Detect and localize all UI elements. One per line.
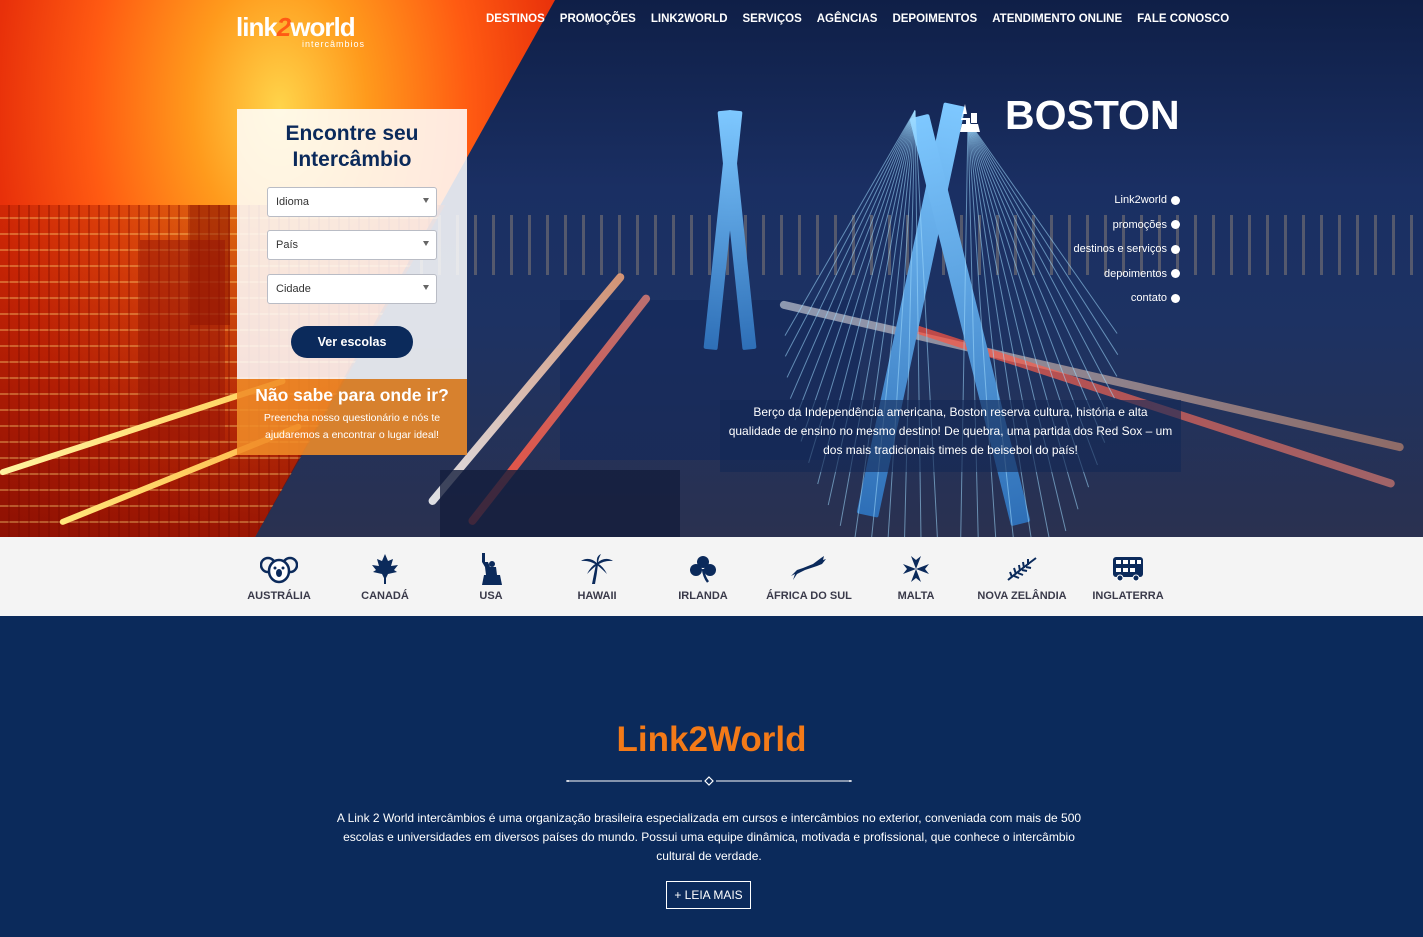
search-title: Encontre seu Intercâmbio bbox=[237, 121, 467, 173]
city-description: Berço da Independência americana, Boston… bbox=[720, 400, 1181, 472]
promo-text-line: Preencha nosso questionário e nós te bbox=[263, 412, 441, 424]
nav-atendimento-online[interactable]: ATENDIMENTO ONLINE bbox=[992, 13, 1122, 25]
destination-label: CANADÁ bbox=[361, 590, 409, 602]
dot-icon bbox=[1171, 220, 1180, 230]
destination-label: NOVA ZELÂNDIA bbox=[977, 590, 1067, 602]
nav-promocoes[interactable]: PROMOÇÕES bbox=[560, 13, 636, 25]
destination-hawaii[interactable]: HAWAII bbox=[547, 537, 647, 602]
silver-fern-icon bbox=[1007, 557, 1037, 581]
section-nav-label: Link2world bbox=[1114, 194, 1167, 207]
section-nav-label: contato bbox=[1130, 292, 1167, 305]
statue-of-liberty-icon bbox=[482, 553, 502, 585]
destination-africa-do-sul[interactable]: ÁFRICA DO SUL bbox=[759, 537, 859, 602]
chevron-down-icon bbox=[423, 241, 429, 246]
dot-icon bbox=[1171, 244, 1180, 254]
section-nav-item[interactable]: contato bbox=[1073, 286, 1180, 311]
about-text: A Link 2 World intercâmbios é uma organi… bbox=[336, 811, 1082, 863]
nav-agencias[interactable]: AGÊNCIAS bbox=[817, 13, 878, 25]
dot-icon bbox=[1171, 293, 1180, 303]
destination-label: ÁFRICA DO SUL bbox=[766, 590, 852, 602]
destinations-bar: AUSTRÁLIA CANADÁ USA HAWAII IRLANDA ÁFRI… bbox=[0, 537, 1423, 616]
maple-leaf-icon bbox=[372, 554, 398, 584]
section-nav-item[interactable]: destinos e serviços bbox=[1073, 237, 1180, 262]
city-title: BOSTON bbox=[1005, 92, 1180, 138]
section-nav-label: destinos e serviços bbox=[1073, 243, 1167, 256]
building bbox=[440, 470, 680, 537]
promo-text: Preencha nosso questionário e nós te aju… bbox=[237, 410, 467, 444]
springbok-icon bbox=[791, 556, 826, 580]
section-nav: Link2world promoções destinos e serviços… bbox=[1073, 188, 1180, 311]
promo-text-line: ajudaremos a encontrar o lugar ideal! bbox=[265, 429, 439, 441]
statue-of-liberty-icon bbox=[960, 104, 980, 132]
main-nav: DESTINOS PROMOÇÕES LINK2WORLD SERVIÇOS A… bbox=[486, 13, 1229, 25]
nav-link2world[interactable]: LINK2WORLD bbox=[651, 13, 728, 25]
destination-australia[interactable]: AUSTRÁLIA bbox=[229, 537, 329, 602]
search-panel: Encontre seu Intercâmbio Idioma País Cid… bbox=[237, 109, 467, 379]
destination-label: USA bbox=[479, 590, 503, 602]
select-value: Idioma bbox=[276, 196, 310, 208]
destination-canada[interactable]: CANADÁ bbox=[335, 537, 435, 602]
cidade-select[interactable]: Cidade bbox=[267, 274, 437, 304]
destination-label: INGLATERRA bbox=[1092, 590, 1164, 602]
palm-tree-icon bbox=[581, 554, 613, 584]
destination-label: HAWAII bbox=[577, 590, 617, 602]
double-decker-bus-icon bbox=[1113, 557, 1143, 582]
leia-mais-button[interactable]: + LEIA MAIS bbox=[666, 881, 751, 909]
ornament-divider bbox=[566, 776, 852, 786]
koala-icon bbox=[260, 556, 298, 584]
about-title: Link2World bbox=[616, 720, 807, 759]
logo-text: world bbox=[290, 12, 355, 42]
logo-text: link bbox=[236, 12, 278, 42]
section-nav-label: promoções bbox=[1112, 218, 1167, 231]
select-value: Cidade bbox=[276, 283, 311, 295]
destination-label: MALTA bbox=[897, 590, 935, 602]
ver-escolas-button[interactable]: Ver escolas bbox=[291, 326, 413, 358]
logo-subtitle: intercâmbios bbox=[302, 39, 366, 49]
destination-irlanda[interactable]: IRLANDA bbox=[653, 537, 753, 602]
nav-destinos[interactable]: DESTINOS bbox=[486, 13, 545, 25]
pais-select[interactable]: País bbox=[267, 230, 437, 260]
logo-text: 2 bbox=[276, 12, 292, 42]
questionnaire-promo[interactable]: Não sabe para onde ir? Preencha nosso qu… bbox=[237, 379, 467, 455]
section-nav-item[interactable]: depoimentos bbox=[1073, 262, 1180, 287]
site-logo[interactable]: link2world intercâmbios bbox=[236, 12, 365, 49]
select-value: País bbox=[276, 239, 299, 251]
destination-inglaterra[interactable]: INGLATERRA bbox=[1078, 537, 1178, 602]
idioma-select[interactable]: Idioma bbox=[267, 187, 437, 217]
about-section: Link2World A Link 2 World intercâmbios é… bbox=[0, 616, 1423, 937]
nav-depoimentos[interactable]: DEPOIMENTOS bbox=[892, 13, 977, 25]
section-nav-item[interactable]: promoções bbox=[1073, 213, 1180, 238]
shamrock-icon bbox=[690, 556, 716, 583]
chevron-down-icon bbox=[423, 285, 429, 290]
nav-fale-conosco[interactable]: FALE CONOSCO bbox=[1137, 13, 1229, 25]
dot-icon bbox=[1171, 269, 1180, 279]
promo-title: Não sabe para onde ir? bbox=[255, 385, 449, 405]
maltese-cross-icon bbox=[903, 556, 929, 582]
section-nav-label: depoimentos bbox=[1104, 267, 1167, 280]
dot-icon bbox=[1171, 195, 1180, 205]
destination-malta[interactable]: MALTA bbox=[866, 537, 966, 602]
chevron-down-icon bbox=[423, 198, 429, 203]
section-nav-item[interactable]: Link2world bbox=[1073, 188, 1180, 213]
hero-banner bbox=[0, 0, 1423, 537]
destination-usa[interactable]: USA bbox=[441, 537, 541, 602]
destination-label: AUSTRÁLIA bbox=[247, 590, 311, 602]
search-title-line: Encontre seu bbox=[285, 122, 419, 145]
nav-servicos[interactable]: SERVIÇOS bbox=[743, 13, 802, 25]
destination-nova-zelandia[interactable]: NOVA ZELÂNDIA bbox=[972, 537, 1072, 602]
destination-label: IRLANDA bbox=[678, 590, 728, 602]
search-title-line: Intercâmbio bbox=[292, 148, 412, 171]
